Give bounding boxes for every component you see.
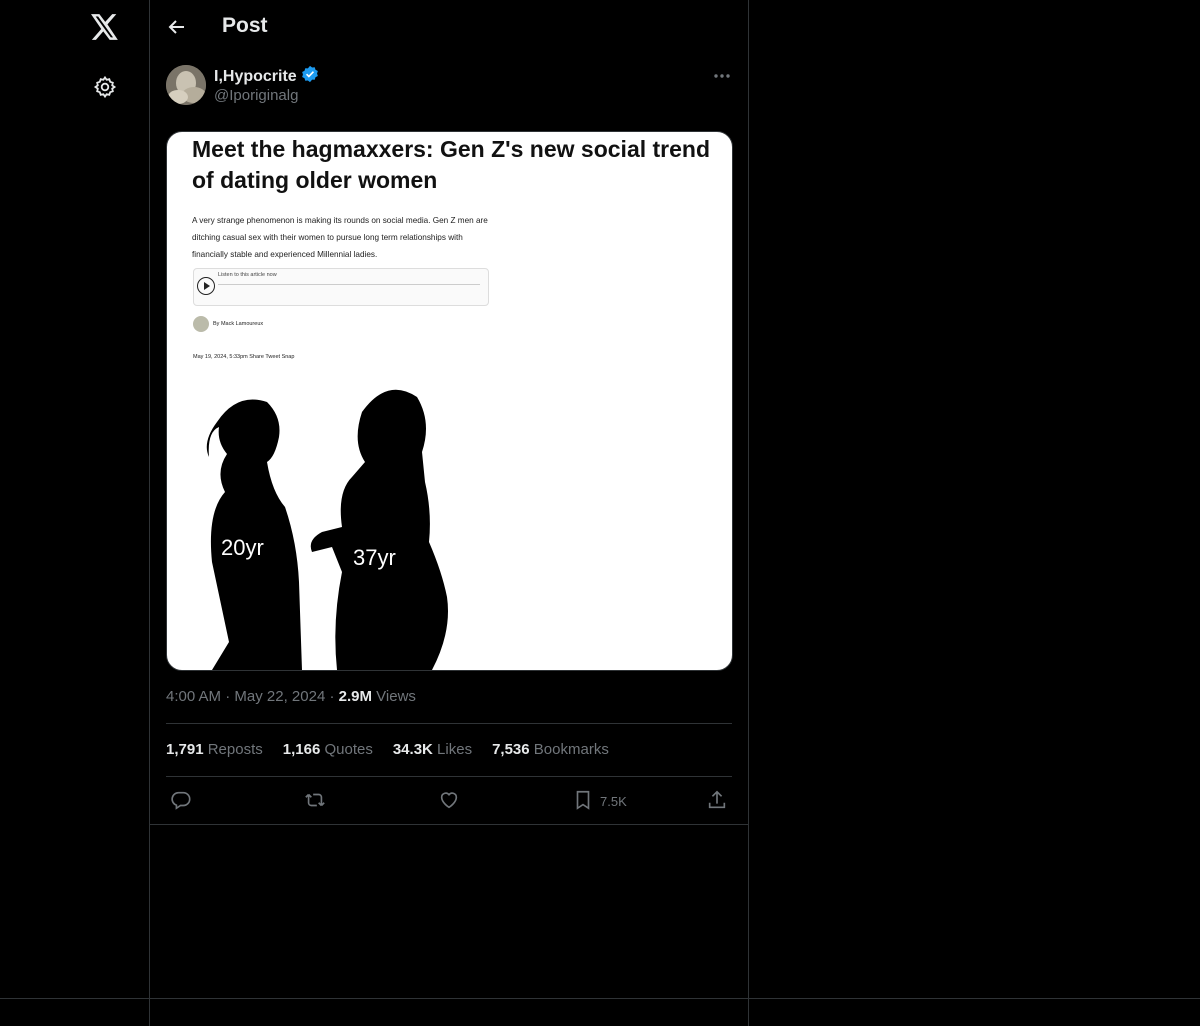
bookmark-icon: [572, 789, 594, 814]
avatar[interactable]: [166, 65, 206, 105]
author-handle[interactable]: @Iporiginalg: [214, 87, 298, 104]
like-button[interactable]: [438, 785, 460, 817]
repost-icon: [303, 789, 327, 814]
verified-badge-icon: [301, 65, 319, 88]
divider: [166, 723, 732, 724]
likes-count: 34.3K: [392, 741, 433, 758]
bookmarks-stat[interactable]: 7,536 Bookmarks: [492, 741, 609, 758]
post-time[interactable]: 4:00 AM: [166, 688, 221, 705]
left-age-label: 20yr: [221, 535, 264, 560]
post-date[interactable]: May 22, 2024: [234, 688, 325, 705]
repost-button[interactable]: [303, 785, 327, 817]
bookmark-button[interactable]: 7.5K: [572, 785, 627, 817]
reply-button[interactable]: [170, 785, 192, 817]
like-icon: [438, 789, 460, 814]
share-button[interactable]: [706, 785, 728, 817]
bottom-divider: [0, 998, 1200, 999]
bookmarks-label: Bookmarks: [533, 741, 609, 758]
meta-separator-2: ·: [329, 688, 335, 705]
play-icon: [197, 277, 215, 295]
author-name[interactable]: I,Hypocrite: [214, 65, 319, 88]
right-age-label: 37yr: [353, 545, 396, 570]
reposts-stat[interactable]: 1,791 Reposts: [166, 741, 263, 758]
bookmark-count: 7.5K: [600, 793, 627, 809]
left-rail: [0, 0, 150, 1026]
post-column: Post I,Hypocrite @Iporiginalg Meet the h…: [150, 0, 749, 1026]
article-dek: A very strange phenomenon is making its …: [192, 216, 488, 259]
audio-progress: [218, 284, 480, 285]
likes-label: Likes: [437, 741, 473, 758]
byline-text: By Mack Lamoureux: [213, 321, 264, 327]
meta-separator: ·: [225, 688, 231, 705]
quotes-count: 1,166: [282, 741, 321, 758]
views-count: 2.9M: [338, 688, 372, 705]
silhouette-illustration: 20yr 37yr: [206, 389, 448, 670]
likes-stat[interactable]: 34.3K Likes: [393, 741, 472, 758]
page-title: Post: [222, 14, 268, 37]
back-arrow-icon[interactable]: [162, 12, 192, 42]
article-headline: Meet the hagmaxxers: Gen Z's new social …: [192, 136, 711, 193]
audio-label: Listen to this article now: [218, 272, 277, 278]
post-metadata: 4:00 AM · May 22, 2024 · 2.9M Views: [166, 688, 416, 705]
audio-player: Listen to this article now: [193, 268, 489, 306]
quotes-label: Quotes: [324, 741, 373, 758]
more-icon[interactable]: [710, 64, 734, 88]
post-stats: 1,791 Reposts 1,166 Quotes 34.3K Likes 7…: [166, 741, 609, 758]
post-header: Post: [150, 0, 748, 53]
byline-avatar: [193, 316, 209, 332]
share-icon: [706, 789, 728, 814]
views-label: Views: [376, 688, 416, 705]
bookmarks-count: 7,536: [492, 741, 530, 758]
divider: [166, 776, 732, 777]
quotes-stat[interactable]: 1,166 Quotes: [283, 741, 373, 758]
reposts-count: 1,791: [166, 741, 204, 758]
x-logo-icon[interactable]: [89, 11, 121, 43]
reply-icon: [170, 789, 192, 814]
action-bar: 7.5K: [166, 785, 732, 817]
author-name-text[interactable]: I,Hypocrite: [214, 68, 297, 86]
reposts-label: Reposts: [207, 741, 263, 758]
divider: [150, 824, 748, 825]
post-image[interactable]: Meet the hagmaxxers: Gen Z's new social …: [166, 131, 733, 671]
gear-icon[interactable]: [91, 73, 119, 101]
article-dateline: May 19, 2024, 5:33pm Share Tweet Snap: [193, 354, 295, 360]
article-byline: By Mack Lamoureux: [193, 316, 263, 332]
